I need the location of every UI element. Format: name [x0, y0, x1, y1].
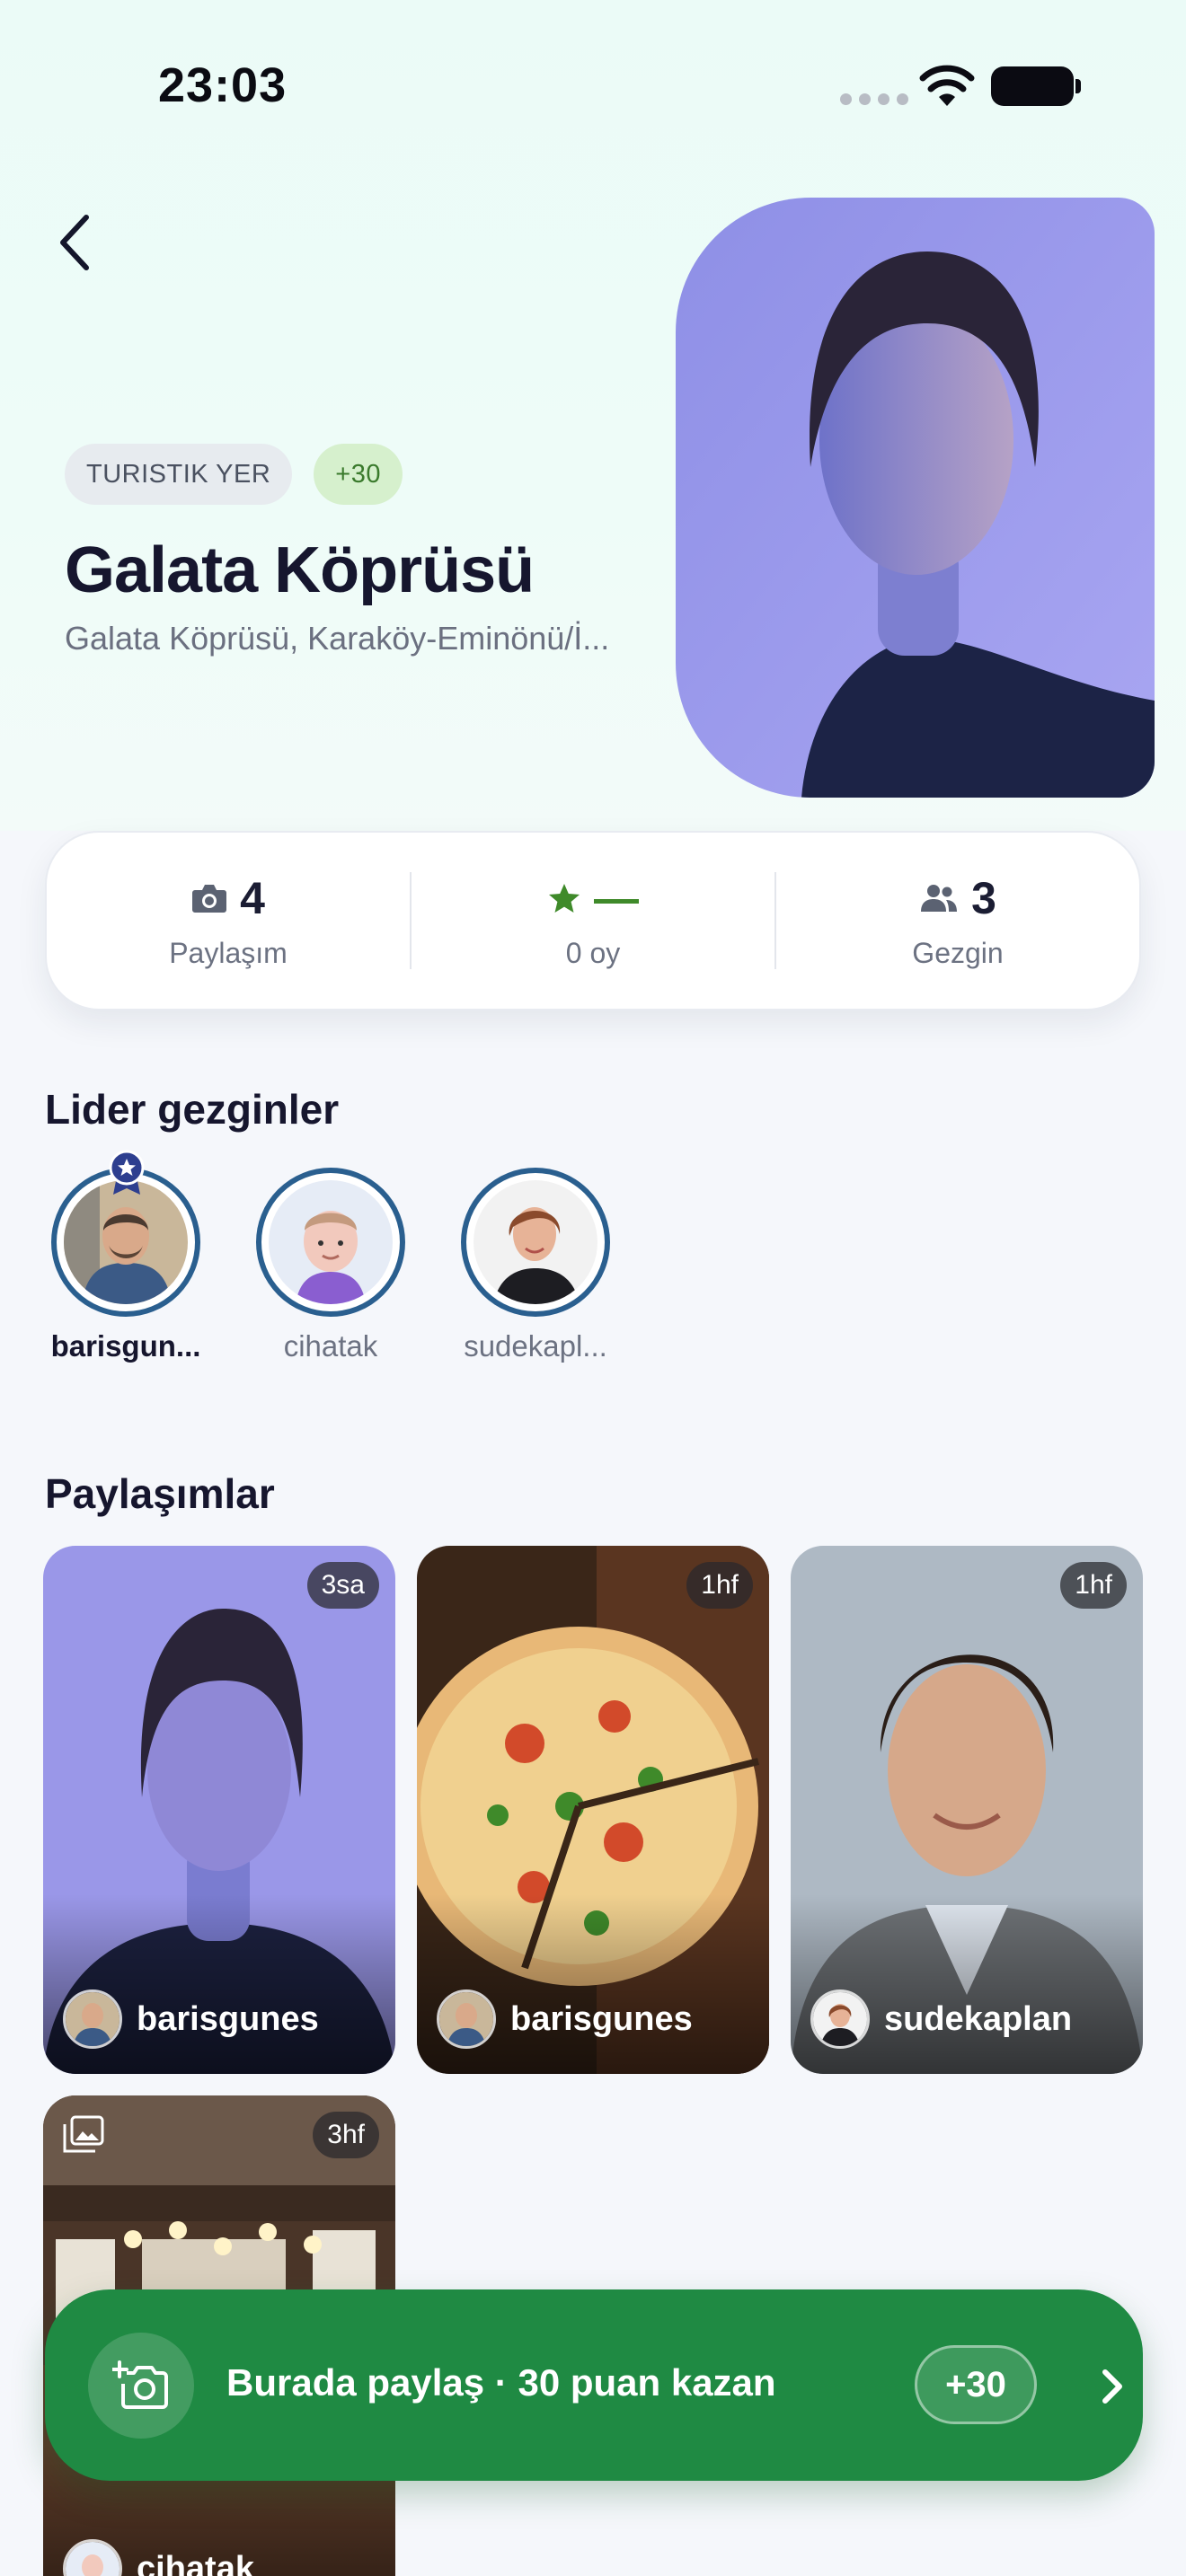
gallery-icon [63, 2115, 104, 2153]
back-arrow-icon[interactable] [50, 208, 101, 277]
share-here-label: Burada paylaş · 30 puan kazan [226, 2361, 776, 2404]
post-time-badge: 3sa [306, 1562, 379, 1609]
post-card[interactable]: 1hf barisgunes [417, 1546, 769, 2074]
leader-name: cihatak [283, 1329, 378, 1363]
posts-title: Paylaşımlar [45, 1470, 275, 1517]
avatar [63, 2539, 122, 2576]
wifi-icon [919, 65, 975, 106]
stat-value: — [594, 872, 639, 923]
star-icon [549, 883, 580, 913]
stat-value: 4 [240, 872, 265, 923]
place-address: Galata Köprüsü, Karaköy-Eminönü/İ... [65, 620, 610, 657]
post-author-name: cihatak [137, 2549, 254, 2576]
stat-label: Paylaşım [169, 936, 288, 969]
battery-icon [991, 66, 1081, 106]
post-card[interactable]: 1hf sudekaplan [791, 1546, 1143, 2074]
points-chip: +30 [314, 444, 403, 505]
post-time-badge: 3hf [313, 2112, 379, 2158]
leader-item[interactable]: cihatak [250, 1168, 412, 1363]
stat-travelers[interactable]: 3 Gezgin [776, 833, 1139, 1009]
post-author-name: barisgunes [510, 1999, 693, 2038]
stat-label: Gezgin [912, 936, 1004, 969]
place-chips: TURISTIK YER +30 [65, 444, 403, 505]
post-time-badge: 1hf [1060, 1562, 1127, 1609]
points-badge: +30 [915, 2345, 1037, 2424]
stat-label: 0 oy [565, 936, 621, 969]
post-author[interactable]: barisgunes [437, 1989, 693, 2049]
stat-value: 3 [971, 872, 996, 923]
signal-icon [840, 93, 908, 105]
post-author[interactable]: cihatak [63, 2539, 254, 2576]
post-card[interactable]: 3sa barisgunes [43, 1546, 395, 2074]
avatar [63, 1989, 122, 2049]
leader-item[interactable]: sudekapl... [455, 1168, 616, 1363]
status-bar: 23:03 [0, 0, 1186, 171]
post-author-name: barisgunes [137, 1999, 319, 2038]
leader-name: barisgun... [50, 1329, 201, 1363]
avatar [810, 1989, 870, 2049]
avatar [461, 1168, 610, 1317]
leader-name: sudekapl... [464, 1329, 607, 1363]
stat-shares[interactable]: 4 Paylaşım [47, 833, 410, 1009]
chevron-right-icon [1102, 2369, 1122, 2404]
post-time-badge: 1hf [686, 1562, 753, 1609]
medal-icon [109, 1150, 145, 1195]
avatar [51, 1150, 200, 1317]
stats-card: 4 Paylaşım — 0 oy 3 Gezgin [45, 831, 1141, 1010]
place-title: Galata Köprüsü [65, 534, 535, 606]
post-author[interactable]: barisgunes [63, 1989, 319, 2049]
leader-item[interactable]: barisgun... [45, 1150, 207, 1363]
share-here-button[interactable]: Burada paylaş · 30 puan kazan +30 [45, 2289, 1143, 2481]
add-photo-icon [88, 2333, 194, 2439]
post-author-name: sudekaplan [884, 1999, 1073, 2038]
stat-rating[interactable]: — 0 oy [412, 833, 774, 1009]
people-icon [921, 884, 958, 912]
leaders-title: Lider gezginler [45, 1086, 340, 1133]
avatar [256, 1168, 405, 1317]
camera-icon [192, 884, 227, 913]
leaders-list: barisgun... cihatak sudekapl... [45, 1150, 616, 1363]
avatar [437, 1989, 496, 2049]
category-chip: TURISTIK YER [65, 444, 293, 505]
place-cover-photo [676, 198, 1155, 798]
status-time: 23:03 [158, 58, 288, 112]
post-author[interactable]: sudekaplan [810, 1989, 1072, 2049]
